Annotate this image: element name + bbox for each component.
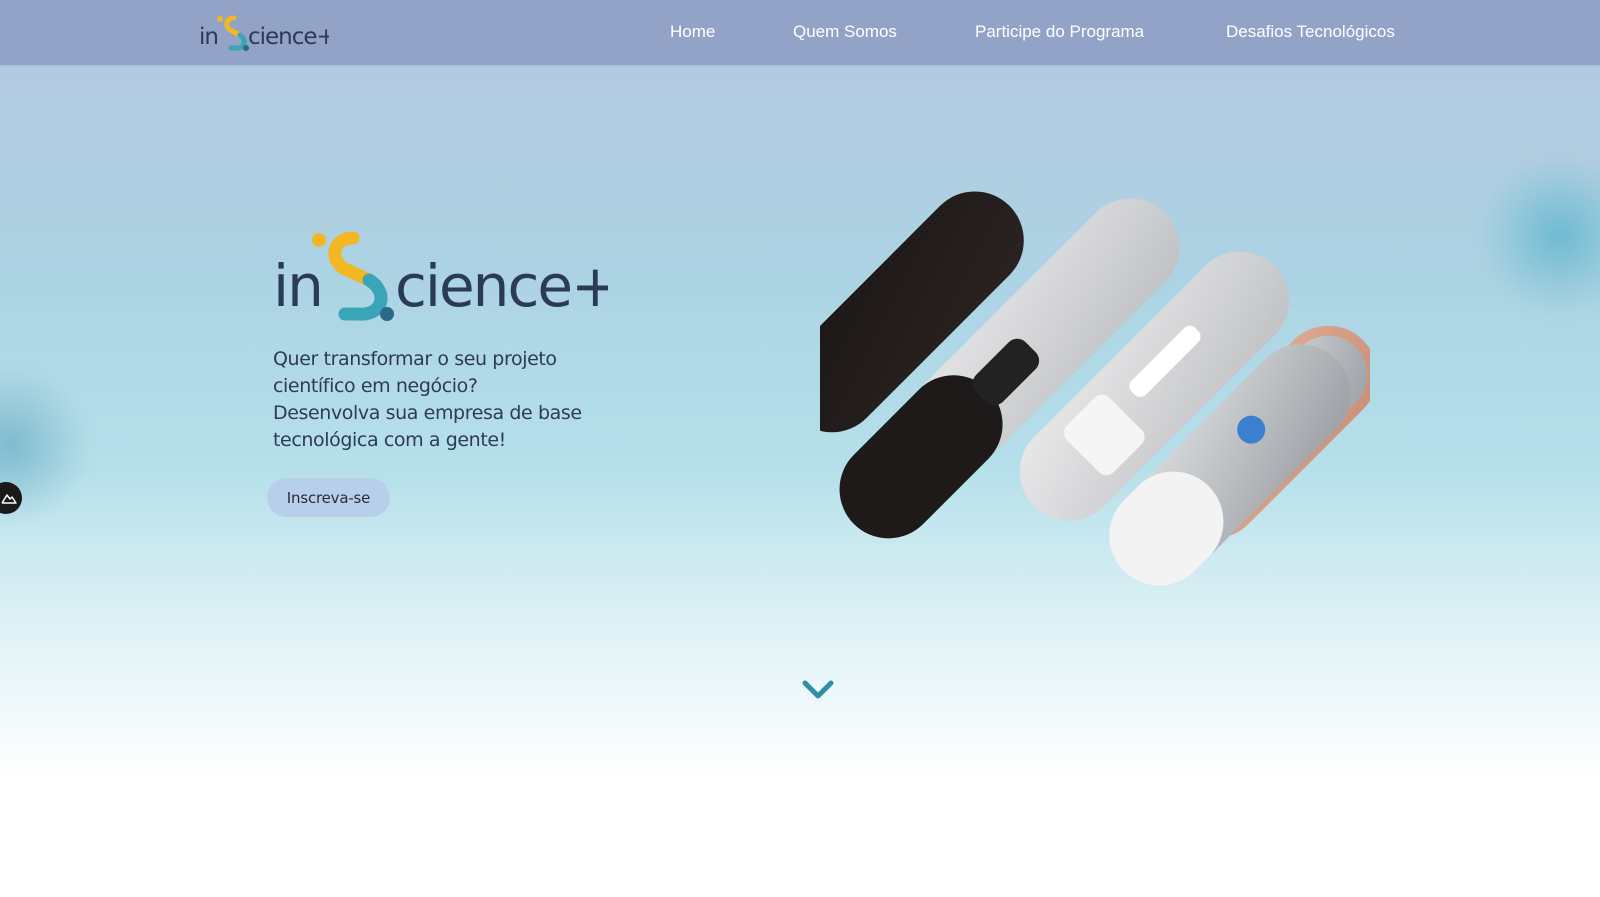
headline-line: científico em negócio? xyxy=(273,375,478,397)
mountain-icon xyxy=(1,494,17,504)
top-navbar: in cience+ Home Quem Somos Participe do … xyxy=(0,0,1600,65)
decorative-blob xyxy=(1480,160,1600,310)
nav-link-participe[interactable]: Participe do Programa xyxy=(975,22,1144,42)
nav-link-desafios[interactable]: Desafios Tecnológicos xyxy=(1226,22,1395,42)
main-nav: Home Quem Somos Participe do Programa De… xyxy=(0,0,1600,65)
lab-photo-collage xyxy=(820,191,1370,586)
headline-line: Quer transformar o seu projeto xyxy=(273,348,557,370)
nav-link-home[interactable]: Home xyxy=(670,22,715,42)
signup-button[interactable]: Inscreva-se xyxy=(267,478,390,517)
nav-link-quem-somos[interactable]: Quem Somos xyxy=(793,22,897,42)
headline-line: Desenvolva sua empresa de base xyxy=(273,402,582,424)
hero-headline: Quer transformar o seu projeto científic… xyxy=(273,346,633,454)
headline-line: tecnológica com a gente! xyxy=(273,429,506,451)
hero-logo: in cience+ xyxy=(273,231,608,321)
hero-section: in cience+ Quer transformar o seu projet… xyxy=(0,0,1600,780)
svg-text:cience+: cience+ xyxy=(395,252,608,320)
svg-text:in: in xyxy=(273,252,322,320)
chevron-down-icon[interactable] xyxy=(801,678,835,702)
